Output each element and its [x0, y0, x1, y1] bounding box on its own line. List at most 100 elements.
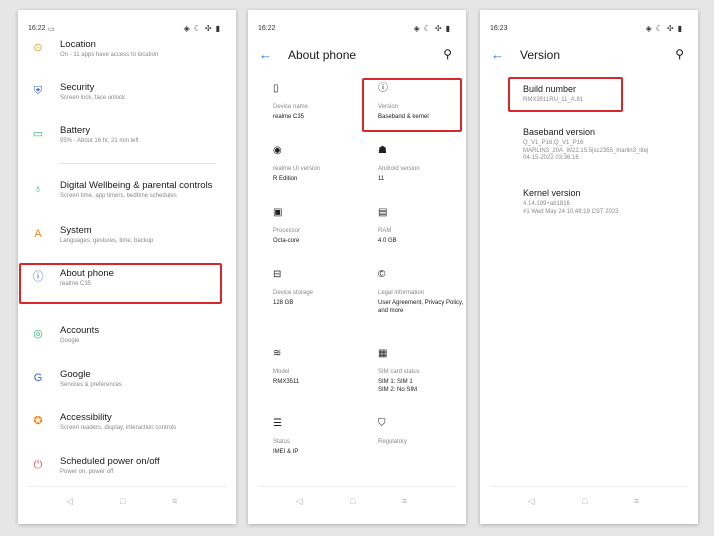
about-item-value: 11 — [378, 176, 385, 182]
about-item-device-storage[interactable]: ⊟ Device storage 128 GB — [273, 268, 359, 307]
about-item-label: Legal information — [378, 290, 425, 296]
storage-icon: ⊟ — [273, 269, 282, 280]
about-item-label: Device storage — [273, 290, 314, 296]
status-bar: 16:23 ◈☾✣▮ — [490, 24, 686, 36]
settings-item-subtitle: Screen readers, display, interaction con… — [60, 425, 177, 431]
dnd-icon: ☾ — [423, 24, 435, 33]
regulatory-icon: ⛉ — [378, 418, 386, 429]
about-item-status[interactable]: ☰ Status IMEI & IP — [273, 417, 359, 456]
battery-icon: ▭ — [32, 128, 44, 140]
about-item-label: Processor — [273, 228, 301, 234]
about-item-label: SIM card status — [378, 369, 420, 375]
version-item-value: Q_V1_P16,Q_V1_P16 MARLIN3_20A_W22.15.5|s… — [523, 140, 649, 161]
search-icon[interactable]: ⚲ — [443, 47, 452, 61]
about-item-regulatory[interactable]: ⛉ Regulatory — [378, 417, 464, 448]
about-item-value: 4.0 GB — [378, 238, 397, 244]
status-time: 16:22 — [258, 25, 276, 32]
status-bar: 16:22 ▭ ◈☾✣▮ — [28, 24, 224, 36]
about-item-value: Octa-core — [273, 238, 300, 244]
nav-recents-icon[interactable]: ≡ — [172, 496, 177, 506]
version-item-kernel-version[interactable]: Kernel version 4.14.199+ab1816 #1 Wed May… — [523, 188, 688, 216]
realme-ui-icon: ◉ — [273, 145, 282, 156]
eye-icon: ◈ — [645, 24, 656, 33]
system-icon: A — [34, 228, 42, 240]
eye-icon: ◈ — [183, 24, 194, 33]
location-icon: ⊙ — [33, 42, 43, 54]
status-icons: ◈☾✣▮ — [414, 24, 454, 33]
about-phone-highlight — [19, 263, 222, 304]
nav-recents-icon[interactable]: ≡ — [634, 496, 639, 506]
about-item-sim-card-status[interactable]: ▦ SIM card status SIM 1: SIM 1 SIM 2: No S… — [378, 347, 464, 394]
about-item-label: Regulatory — [378, 439, 408, 445]
settings-item-security[interactable]: ⛨ Security Screen lock, face unlock — [18, 82, 236, 112]
battery-status-icon: ▮ — [677, 24, 686, 33]
about-item-model[interactable]: ≋ Model RMX3511 — [273, 347, 359, 386]
build-number-highlight — [508, 77, 623, 112]
status-time: 16:23 — [490, 25, 508, 32]
settings-item-subtitle: Screen lock, face unlock — [60, 95, 126, 101]
about-item-android-version[interactable]: ☗ Android version 11 — [378, 144, 464, 183]
back-arrow-icon[interactable]: ← — [491, 47, 504, 62]
power-icon: ⏻ — [33, 459, 43, 471]
settings-item-title: Accessibility — [60, 412, 112, 423]
navigation-bar: ◁ □ ≡ — [248, 486, 466, 510]
settings-item-accessibility[interactable]: ✪ Accessibility Screen readers, display, i… — [18, 412, 236, 442]
settings-item-system[interactable]: A System Languages, gestures, time, backup — [18, 225, 236, 255]
google-icon: G — [33, 372, 43, 384]
back-arrow-icon[interactable]: ← — [259, 47, 272, 62]
about-item-value: 128 GB — [273, 300, 294, 306]
version-item-title: Kernel version — [523, 188, 581, 198]
layers-icon: ≋ — [273, 348, 282, 359]
wellbeing-icon: ♁ — [33, 183, 43, 195]
phone-icon: ▯ — [273, 83, 279, 94]
about-item-ram[interactable]: ▤ RAM 4.0 GB — [378, 206, 464, 245]
search-icon[interactable]: ⚲ — [675, 47, 684, 61]
status-icons: ◈☾✣▮ — [646, 24, 686, 33]
about-item-legal-information[interactable]: © Legal information User Agreement, Privac… — [378, 268, 464, 315]
status-icons: ◈☾✣▮ — [184, 24, 224, 33]
nav-home-icon[interactable]: □ — [120, 496, 125, 506]
about-item-label: Model — [273, 369, 290, 375]
about-item-label: realme UI version — [273, 166, 321, 172]
about-item-value: IMEI & IP — [273, 449, 299, 455]
settings-item-scheduled-power-on-off[interactable]: ⏻ Scheduled power on/off Power on, power o… — [18, 456, 236, 486]
settings-item-title: Battery — [60, 125, 91, 136]
navigation-bar: ◁ □ ≡ — [18, 486, 236, 510]
eye-icon: ◈ — [413, 24, 424, 33]
settings-item-title: Digital Wellbeing & parental controls — [60, 180, 213, 191]
settings-item-title: Scheduled power on/off — [60, 456, 160, 467]
status-time: 16:22 — [28, 25, 46, 32]
battery-status-icon: ▮ — [445, 24, 454, 33]
accounts-icon: ◎ — [33, 328, 43, 340]
dnd-icon: ☾ — [193, 24, 205, 33]
status-bar: 16:22 ◈☾✣▮ — [258, 24, 454, 36]
nav-recents-icon[interactable]: ≡ — [402, 496, 407, 506]
ram-icon: ▤ — [378, 207, 388, 218]
about-phone-screen: 16:22 ◈☾✣▮ ← About phone ⚲ ▯ Device name r… — [248, 10, 466, 524]
about-item-device-name[interactable]: ▯ Device name realme C35 — [273, 82, 359, 121]
about-item-realme-ui-version[interactable]: ◉ realme UI version R Edition — [273, 144, 359, 183]
status-icon: ☰ — [273, 418, 282, 429]
nav-home-icon[interactable]: □ — [350, 496, 355, 506]
about-item-value: realme C35 — [273, 114, 305, 120]
version-item-baseband-version[interactable]: Baseband version Q_V1_P16,Q_V1_P16 MARLIN… — [523, 127, 688, 163]
settings-item-digital-wellbeing-parental-controls[interactable]: ♁ Digital Wellbeing & parental controls Sc… — [18, 180, 236, 210]
signal-icon: ✣ — [204, 24, 216, 33]
settings-item-title: Location — [60, 39, 96, 50]
nav-back-icon[interactable]: ◁ — [296, 496, 303, 507]
settings-item-accounts[interactable]: ◎ Accounts Google — [18, 325, 236, 355]
settings-item-location[interactable]: ⊙ Location On - 11 apps have access to loc… — [18, 39, 236, 69]
settings-item-google[interactable]: G Google Services & preferences — [18, 369, 236, 399]
nav-back-icon[interactable]: ◁ — [528, 496, 535, 507]
about-item-processor[interactable]: ▣ Processor Octa-core — [273, 206, 359, 245]
version-highlight — [362, 78, 462, 132]
battery-status-icon: ▮ — [215, 24, 224, 33]
nav-home-icon[interactable]: □ — [582, 496, 587, 506]
settings-item-title: Accounts — [60, 325, 100, 336]
about-item-label: Android version — [378, 166, 420, 172]
shield-icon: ⛨ — [33, 85, 43, 97]
nav-back-icon[interactable]: ◁ — [66, 496, 73, 507]
page-title: About phone — [288, 48, 357, 62]
signal-icon: ✣ — [666, 24, 678, 33]
settings-item-battery[interactable]: ▭ Battery 95% - About 16 hr, 21 min left — [18, 125, 236, 155]
